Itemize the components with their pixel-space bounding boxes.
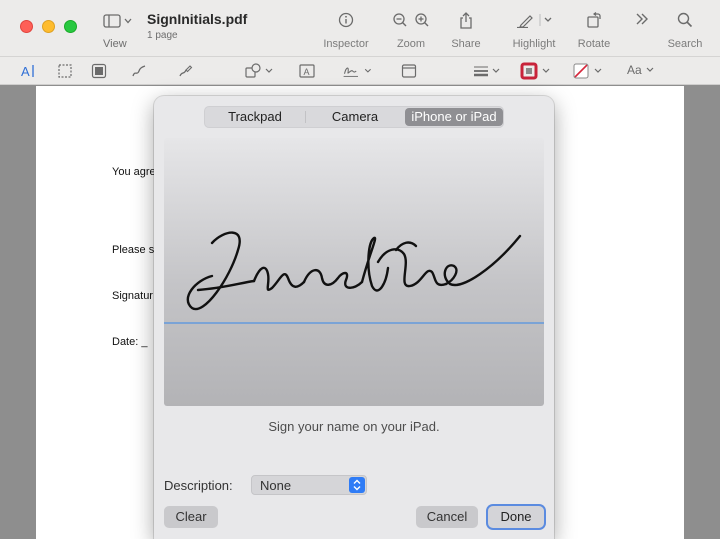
signature-icon[interactable] [340, 62, 376, 80]
line-style-icon[interactable] [472, 62, 504, 80]
segment-divider [305, 111, 306, 123]
chevron-double-right-icon [636, 13, 648, 25]
document-text-line: You agre [112, 166, 156, 178]
redact-icon[interactable] [90, 62, 108, 80]
rectangular-selection-icon[interactable] [56, 62, 74, 80]
svg-text:A: A [304, 67, 310, 77]
sketch-icon[interactable] [130, 62, 148, 80]
description-select[interactable]: None [251, 475, 367, 495]
signature-stroke [186, 231, 522, 311]
signature-source-segmented-control: Trackpad Camera iPhone or iPad [204, 106, 504, 128]
search-label: Search [667, 38, 703, 50]
inspector-label: Inspector [323, 38, 369, 50]
signature-drawing-area[interactable] [164, 138, 544, 406]
cancel-button[interactable]: Cancel [416, 506, 478, 528]
rotate-label: Rotate [577, 38, 611, 50]
tab-camera[interactable]: Camera [307, 108, 403, 126]
document-page-count: 1 page [147, 30, 178, 41]
search-button[interactable]: Search [664, 10, 706, 54]
zoom-label: Zoom [396, 38, 426, 50]
note-icon[interactable] [400, 62, 418, 80]
document-text-line: Signatur [112, 290, 153, 302]
markup-toolbar: A A Aa [0, 57, 720, 85]
inspector-button[interactable]: Inspector [316, 10, 376, 54]
search-icon [677, 12, 693, 28]
view-label: View [103, 38, 127, 50]
minimize-window-button[interactable] [42, 20, 55, 33]
document-title: SignInitials.pdf [147, 11, 248, 27]
rotate-icon [587, 12, 601, 28]
text-style-label: Aa [627, 63, 642, 77]
select-stepper-icon [349, 477, 365, 493]
description-label: Description: [164, 478, 233, 493]
clear-button[interactable]: Clear [164, 506, 218, 528]
highlighter-icon [517, 14, 552, 28]
tab-trackpad[interactable]: Trackpad [207, 108, 303, 126]
signature-sheet: Trackpad Camera iPhone or iPad Sign your… [154, 96, 554, 539]
share-button[interactable]: Share [446, 10, 486, 54]
svg-text:A: A [21, 64, 30, 79]
signature-instruction: Sign your name on your iPad. [268, 419, 440, 434]
tab-iphone-or-ipad[interactable]: iPhone or iPad [405, 108, 503, 126]
share-icon [460, 12, 472, 29]
info-icon [338, 12, 354, 28]
share-label: Share [451, 38, 481, 50]
sidebar-icon [103, 14, 121, 28]
close-window-button[interactable] [20, 20, 33, 33]
description-value: None [260, 478, 292, 493]
border-color-icon[interactable] [520, 62, 554, 80]
highlight-button[interactable]: Highlight [504, 10, 564, 54]
done-button[interactable]: Done [488, 506, 544, 528]
highlight-label: Highlight [512, 38, 556, 50]
signature-baseline [164, 322, 544, 324]
document-text-line: Date: _ [112, 336, 148, 348]
zoom-window-button[interactable] [64, 20, 77, 33]
zoom-out-in-icon [393, 13, 429, 27]
fill-color-icon[interactable] [572, 62, 606, 80]
document-text-line: Please s [112, 244, 155, 256]
draw-icon[interactable] [176, 62, 194, 80]
zoom-control[interactable]: Zoom [388, 10, 434, 54]
chevron-down-icon [646, 67, 654, 72]
text-style-button[interactable]: Aa [627, 63, 655, 81]
chevron-down-icon [124, 18, 132, 24]
shapes-icon[interactable] [244, 62, 276, 80]
text-selection-icon[interactable]: A [20, 62, 38, 80]
rotate-button[interactable]: Rotate [574, 10, 614, 54]
text-box-icon[interactable]: A [298, 62, 316, 80]
view-button[interactable]: View [100, 10, 138, 52]
more-toolbar-items-button[interactable] [632, 10, 652, 54]
title-bar: View SignInitials.pdf 1 page Inspector Z… [0, 0, 720, 57]
